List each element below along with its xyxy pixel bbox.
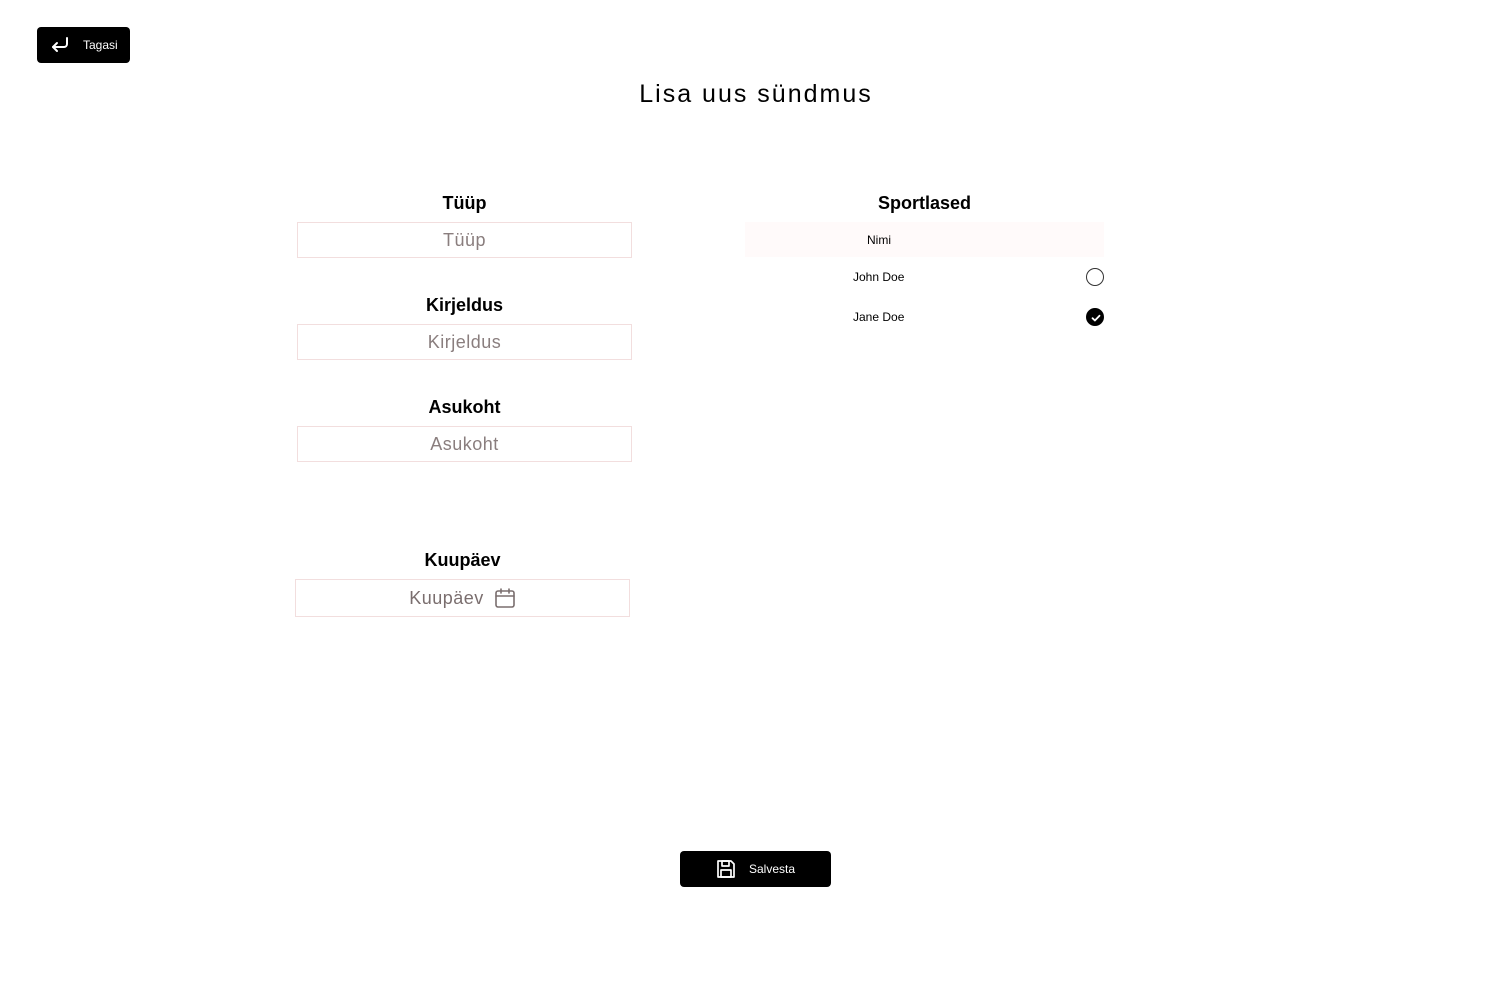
page-title: Lisa uus sündmus [639, 80, 873, 108]
checkmark-icon [1091, 314, 1101, 322]
table-row: John Doe [745, 257, 1104, 297]
type-label: Tüüp [442, 193, 487, 213]
return-arrow-icon [50, 35, 70, 55]
date-label: Kuupäev [424, 550, 501, 570]
save-icon [715, 858, 737, 880]
athlete-name: Jane Doe [853, 310, 905, 324]
save-button[interactable]: Salvesta [680, 851, 831, 887]
type-input[interactable] [297, 222, 632, 258]
table-row: Jane Doe [745, 297, 1104, 337]
athletes-table: Nimi John Doe Jane Doe [745, 222, 1104, 337]
back-button[interactable]: Tagasi [37, 27, 130, 63]
description-label: Kirjeldus [425, 295, 504, 315]
name-column-header: Nimi [745, 222, 1104, 257]
athlete-select-radio-checked[interactable] [1086, 308, 1104, 326]
back-button-label: Tagasi [83, 38, 118, 52]
location-input[interactable] [297, 426, 632, 462]
table-header-row: Nimi [745, 222, 1104, 257]
description-input[interactable] [297, 324, 632, 360]
name-column-label: Nimi [867, 232, 891, 247]
calendar-icon[interactable] [494, 587, 516, 609]
athlete-name: John Doe [853, 270, 905, 284]
location-label: Asukoht [428, 397, 501, 417]
save-button-label: Salvesta [749, 862, 796, 876]
athletes-title: Sportlased [877, 193, 972, 213]
athlete-select-radio[interactable] [1086, 268, 1104, 286]
date-placeholder: Kuupäev [409, 587, 484, 608]
date-picker-field[interactable]: Kuupäev [295, 579, 630, 617]
